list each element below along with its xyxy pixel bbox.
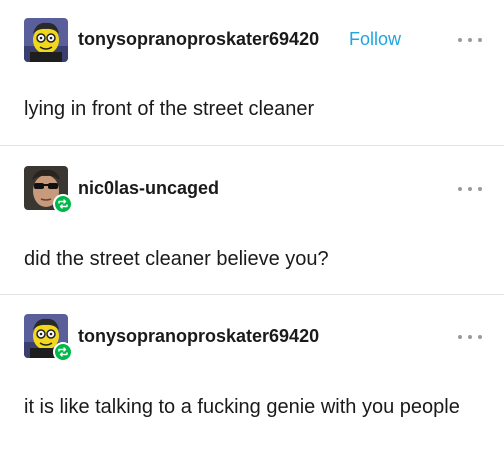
post: tonysopranoproskater69420 Follow lying i… xyxy=(0,0,504,146)
reblog-icon xyxy=(53,194,73,214)
avatar[interactable] xyxy=(24,18,68,62)
post-body-text: it is like talking to a fucking genie wi… xyxy=(24,396,460,418)
post-body-text: did the street cleaner believe you? xyxy=(24,248,329,270)
post-username[interactable]: tonysopranoproskater69420 xyxy=(78,29,319,50)
reblog-icon xyxy=(53,342,73,362)
follow-button[interactable]: Follow xyxy=(349,29,401,50)
post-username[interactable]: nic0las-uncaged xyxy=(78,178,219,199)
cartoon-character-avatar-image xyxy=(24,18,68,62)
more-options-icon[interactable] xyxy=(458,332,482,342)
post: nic0las-uncaged did the street cleaner b… xyxy=(0,146,504,294)
post-username[interactable]: tonysopranoproskater69420 xyxy=(78,326,319,347)
post: tonysopranoproskater69420 it is like tal… xyxy=(0,294,504,457)
post-body-text: lying in front of the street cleaner xyxy=(24,98,315,120)
more-options-icon[interactable] xyxy=(458,35,482,45)
more-options-icon[interactable] xyxy=(458,184,482,194)
